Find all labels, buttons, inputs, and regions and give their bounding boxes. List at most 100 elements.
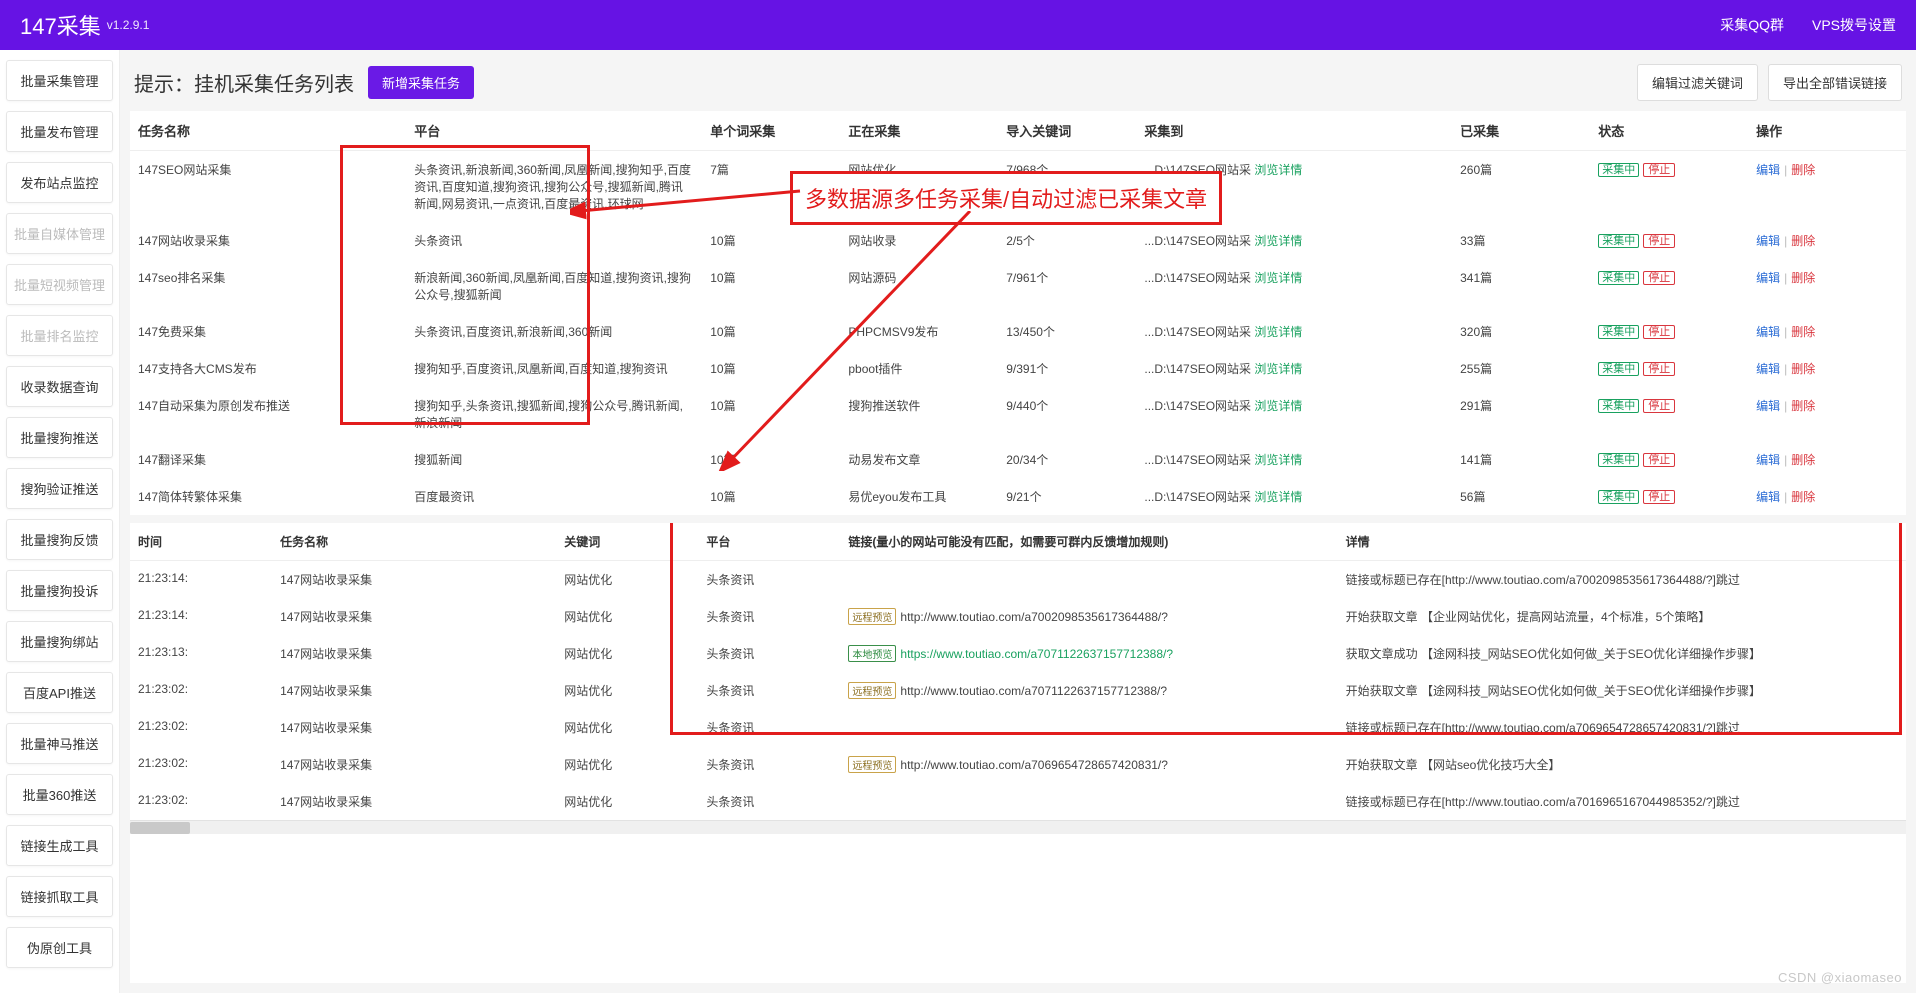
local-preview-tag[interactable]: 本地预览 <box>848 645 896 662</box>
cell-platform: 新浪新闻,360新闻,凤凰新闻,百度知道,搜狗资讯,搜狗公众号,搜狐新闻 <box>406 259 702 313</box>
log-url[interactable]: http://www.toutiao.com/a7071122637157712… <box>900 684 1167 698</box>
delete-link[interactable]: 删除 <box>1791 234 1815 248</box>
log-cell-task: 147网站收录采集 <box>272 598 556 635</box>
task-row[interactable]: 147支持各大CMS发布搜狗知乎,百度资讯,凤凰新闻,百度知道,搜狗资讯10篇p… <box>130 350 1906 387</box>
top-link-vps[interactable]: VPS拨号设置 <box>1812 15 1896 35</box>
stop-button[interactable]: 停止 <box>1643 399 1675 413</box>
stop-button[interactable]: 停止 <box>1643 453 1675 467</box>
delete-link[interactable]: 删除 <box>1791 163 1815 177</box>
cell-to: ...D:\147SEO网站采 浏览详情 <box>1136 151 1452 223</box>
view-detail-link[interactable]: 浏览详情 <box>1254 399 1302 413</box>
cell-op: 编辑|删除 <box>1748 478 1906 515</box>
status-badge: 采集中 <box>1598 453 1639 467</box>
edit-link[interactable]: 编辑 <box>1756 325 1780 339</box>
cell-op: 编辑|删除 <box>1748 151 1906 223</box>
status-badge: 采集中 <box>1598 490 1639 504</box>
sidebar-item-14[interactable]: 批量360推送 <box>6 774 113 815</box>
cell-platform: 头条资讯 <box>406 222 702 259</box>
th-import[interactable]: 导入关键词 <box>998 111 1136 151</box>
log-cell-link: 本地预览 https://www.toutiao.com/a70711226371… <box>840 635 1337 672</box>
cell-status: 采集中停止 <box>1590 313 1748 350</box>
sidebar-item-12[interactable]: 百度API推送 <box>6 672 113 713</box>
log-url[interactable]: http://www.toutiao.com/a7002098535617364… <box>900 610 1168 624</box>
export-errors-button[interactable]: 导出全部错误链接 <box>1768 64 1902 101</box>
task-row[interactable]: 147SEO网站采集头条资讯,新浪新闻,360新闻,凤凰新闻,搜狗知乎,百度资讯… <box>130 151 1906 223</box>
view-detail-link[interactable]: 浏览详情 <box>1254 453 1302 467</box>
sidebar-item-9[interactable]: 批量搜狗反馈 <box>6 519 113 560</box>
th-platform[interactable]: 平台 <box>406 111 702 151</box>
log-cell-keyword: 网站优化 <box>556 561 698 599</box>
stop-button[interactable]: 停止 <box>1643 362 1675 376</box>
sidebar-item-0[interactable]: 批量采集管理 <box>6 60 113 101</box>
cell-to: ...D:\147SEO网站采 浏览详情 <box>1136 313 1452 350</box>
edit-link[interactable]: 编辑 <box>1756 234 1780 248</box>
th-collecting[interactable]: 正在采集 <box>840 111 998 151</box>
sidebar-item-6[interactable]: 收录数据查询 <box>6 366 113 407</box>
delete-link[interactable]: 删除 <box>1791 399 1815 413</box>
delete-link[interactable]: 删除 <box>1791 362 1815 376</box>
cell-task-name: 147自动采集为原创发布推送 <box>130 387 406 441</box>
task-row[interactable]: 147翻译采集搜狐新闻10篇动易发布文章20/34个...D:\147SEO网站… <box>130 441 1906 478</box>
log-th-time: 时间 <box>130 523 272 561</box>
delete-link[interactable]: 删除 <box>1791 490 1815 504</box>
task-row[interactable]: 147简体转繁体采集百度最资讯10篇易优eyou发布工具9/21个...D:\1… <box>130 478 1906 515</box>
top-link-qq[interactable]: 采集QQ群 <box>1720 15 1784 35</box>
sidebar-item-7[interactable]: 批量搜狗推送 <box>6 417 113 458</box>
edit-link[interactable]: 编辑 <box>1756 490 1780 504</box>
edit-link[interactable]: 编辑 <box>1756 163 1780 177</box>
view-detail-link[interactable]: 浏览详情 <box>1254 271 1302 285</box>
status-badge: 采集中 <box>1598 163 1639 177</box>
edit-link[interactable]: 编辑 <box>1756 362 1780 376</box>
cell-single: 7篇 <box>702 151 840 223</box>
remote-preview-tag[interactable]: 远程预览 <box>848 682 896 699</box>
edit-link[interactable]: 编辑 <box>1756 399 1780 413</box>
sidebar-item-16[interactable]: 链接抓取工具 <box>6 876 113 917</box>
log-horizontal-scrollbar[interactable] <box>130 820 1906 834</box>
edit-link[interactable]: 编辑 <box>1756 271 1780 285</box>
th-name[interactable]: 任务名称 <box>130 111 406 151</box>
sidebar-item-10[interactable]: 批量搜狗投诉 <box>6 570 113 611</box>
th-count[interactable]: 已采集 <box>1452 111 1590 151</box>
stop-button[interactable]: 停止 <box>1643 163 1675 177</box>
task-row[interactable]: 147免费采集头条资讯,百度资讯,新浪新闻,360新闻10篇PHPCMSV9发布… <box>130 313 1906 350</box>
log-url[interactable]: https://www.toutiao.com/a707112263715771… <box>900 647 1173 661</box>
sidebar-item-2[interactable]: 发布站点监控 <box>6 162 113 203</box>
add-task-button[interactable]: 新增采集任务 <box>368 66 474 99</box>
sidebar-item-11[interactable]: 批量搜狗绑站 <box>6 621 113 662</box>
task-row[interactable]: 147自动采集为原创发布推送搜狗知乎,头条资讯,搜狐新闻,搜狗公众号,腾讯新闻,… <box>130 387 1906 441</box>
stop-button[interactable]: 停止 <box>1643 325 1675 339</box>
remote-preview-tag[interactable]: 远程预览 <box>848 756 896 773</box>
sidebar-item-15[interactable]: 链接生成工具 <box>6 825 113 866</box>
th-to[interactable]: 采集到 <box>1136 111 1452 151</box>
task-row[interactable]: 147seo排名采集新浪新闻,360新闻,凤凰新闻,百度知道,搜狗资讯,搜狗公众… <box>130 259 1906 313</box>
task-row[interactable]: 147网站收录采集头条资讯10篇网站收录2/5个...D:\147SEO网站采 … <box>130 222 1906 259</box>
view-detail-link[interactable]: 浏览详情 <box>1254 490 1302 504</box>
cell-platform: 头条资讯,新浪新闻,360新闻,凤凰新闻,搜狗知乎,百度资讯,百度知道,搜狗资讯… <box>406 151 702 223</box>
th-single[interactable]: 单个词采集 <box>702 111 840 151</box>
cell-platform: 搜狐新闻 <box>406 441 702 478</box>
stop-button[interactable]: 停止 <box>1643 234 1675 248</box>
log-cell-detail: 开始获取文章 【途网科技_网站SEO优化如何做_关于SEO优化详细操作步骤】 <box>1338 672 1906 709</box>
view-detail-link[interactable]: 浏览详情 <box>1254 362 1302 376</box>
cell-import: 9/391个 <box>998 350 1136 387</box>
view-detail-link[interactable]: 浏览详情 <box>1254 234 1302 248</box>
log-url[interactable]: http://www.toutiao.com/a7069654728657420… <box>900 758 1168 772</box>
edit-link[interactable]: 编辑 <box>1756 453 1780 467</box>
sidebar-item-8[interactable]: 搜狗验证推送 <box>6 468 113 509</box>
cell-to: ...D:\147SEO网站采 浏览详情 <box>1136 441 1452 478</box>
view-detail-link[interactable]: 浏览详情 <box>1254 325 1302 339</box>
stop-button[interactable]: 停止 <box>1643 271 1675 285</box>
sidebar-item-13[interactable]: 批量神马推送 <box>6 723 113 764</box>
stop-button[interactable]: 停止 <box>1643 490 1675 504</box>
th-status[interactable]: 状态 <box>1590 111 1748 151</box>
sidebar-item-17[interactable]: 伪原创工具 <box>6 927 113 968</box>
remote-preview-tag[interactable]: 远程预览 <box>848 608 896 625</box>
delete-link[interactable]: 删除 <box>1791 325 1815 339</box>
delete-link[interactable]: 删除 <box>1791 453 1815 467</box>
log-th-keyword: 关键词 <box>556 523 698 561</box>
sidebar-item-1[interactable]: 批量发布管理 <box>6 111 113 152</box>
edit-filter-button[interactable]: 编辑过滤关键词 <box>1637 64 1758 101</box>
delete-link[interactable]: 删除 <box>1791 271 1815 285</box>
th-op[interactable]: 操作 <box>1748 111 1906 151</box>
view-detail-link[interactable]: 浏览详情 <box>1254 163 1302 177</box>
